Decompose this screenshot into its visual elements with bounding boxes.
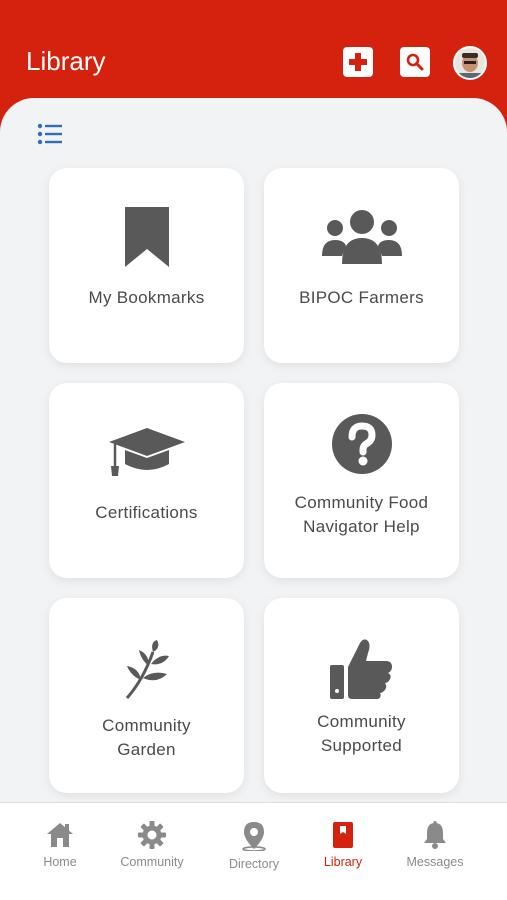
tab-home[interactable]: Home (15, 821, 105, 869)
card-community-supported[interactable]: Community Supported (264, 598, 459, 793)
card-community-garden[interactable]: Community Garden (49, 598, 244, 793)
home-icon (47, 823, 73, 847)
card-label: Certifications (95, 503, 198, 522)
tab-library[interactable]: Library (298, 821, 388, 869)
question-circle-icon (331, 414, 392, 474)
tab-directory[interactable]: Directory (209, 821, 299, 871)
card-label: Community Garden (102, 716, 191, 759)
tab-label: Home (43, 855, 77, 869)
tab-label: Library (323, 855, 363, 869)
card-label: Community Supported (317, 712, 406, 755)
page-title: Library (26, 46, 106, 76)
gear-icon (138, 821, 166, 849)
card-label: Community Food Navigator Help (294, 493, 429, 536)
avatar-image (455, 48, 485, 78)
users-icon (321, 210, 402, 264)
user-avatar[interactable] (453, 46, 487, 80)
bookmark-icon (124, 207, 169, 267)
card-community-food-navigator-help[interactable]: Community Food Navigator Help (264, 383, 459, 578)
search-button[interactable] (400, 47, 430, 77)
search-icon (406, 53, 424, 71)
list-icon (37, 123, 62, 145)
library-content: My Bookmarks BIPOC Farmers Certification… (0, 98, 507, 802)
graduation-cap-icon (108, 428, 185, 476)
tab-community[interactable]: Community (107, 821, 197, 869)
bottom-tab-bar: Home Community Directory Library Message… (0, 802, 507, 900)
card-label: BIPOC Farmers (299, 288, 424, 307)
tab-label: Directory (228, 857, 279, 871)
card-bipoc-farmers[interactable]: BIPOC Farmers (264, 168, 459, 363)
tab-label: Messages (406, 855, 464, 869)
add-button[interactable] (343, 47, 373, 77)
list-view-toggle[interactable] (34, 120, 66, 148)
card-certifications[interactable]: Certifications (49, 383, 244, 578)
map-pin-icon (242, 822, 266, 851)
plus-icon (349, 53, 367, 71)
book-icon (333, 822, 353, 848)
bell-icon (424, 821, 446, 849)
tab-label: Community (120, 855, 184, 869)
tab-messages[interactable]: Messages (390, 821, 480, 869)
thumbs-up-icon (329, 639, 392, 699)
card-my-bookmarks[interactable]: My Bookmarks (49, 168, 244, 363)
plant-icon (125, 640, 169, 699)
card-label: My Bookmarks (88, 288, 205, 307)
